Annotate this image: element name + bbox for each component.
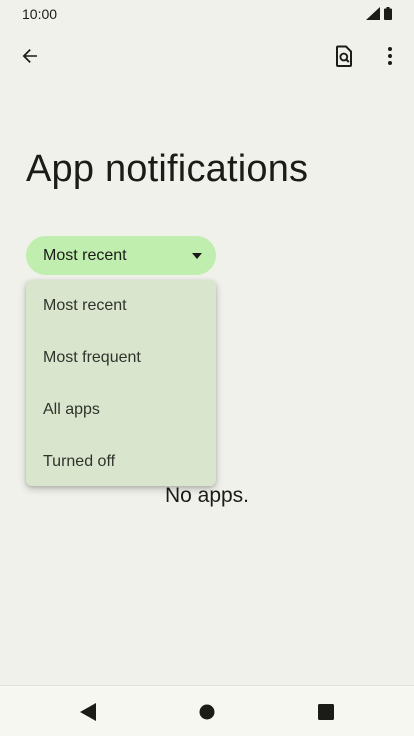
page-title: App notifications xyxy=(26,148,309,190)
filter-dropdown[interactable]: Most recent xyxy=(26,236,216,275)
filter-menu: Most recent Most frequent All apps Turne… xyxy=(26,280,216,486)
nav-home-icon xyxy=(199,704,215,720)
back-button[interactable] xyxy=(10,36,50,76)
caret-down-icon xyxy=(192,253,202,259)
status-bar: 10:00 xyxy=(0,0,414,28)
menu-item-most-recent[interactable]: Most recent xyxy=(26,280,216,332)
search-document-icon xyxy=(336,45,352,67)
menu-item-turned-off[interactable]: Turned off xyxy=(26,436,216,488)
nav-recents-icon xyxy=(318,704,334,720)
more-vert-icon xyxy=(388,47,392,65)
menu-item-most-frequent[interactable]: Most frequent xyxy=(26,332,216,384)
nav-recents-button[interactable] xyxy=(312,698,340,726)
screen: 10:00 App notifications Most recent No a… xyxy=(0,0,414,736)
nav-home-button[interactable] xyxy=(193,698,221,726)
navigation-bar xyxy=(0,685,414,736)
nav-back-icon xyxy=(80,703,96,721)
nav-back-button[interactable] xyxy=(74,698,102,726)
arrow-back-icon xyxy=(22,49,37,63)
menu-item-all-apps[interactable]: All apps xyxy=(26,384,216,436)
search-document-button[interactable] xyxy=(324,36,364,76)
status-time: 10:00 xyxy=(22,6,58,22)
signal-icon xyxy=(366,7,380,20)
app-bar xyxy=(0,34,414,78)
filter-selected-label: Most recent xyxy=(43,246,127,264)
battery-icon xyxy=(384,7,392,20)
status-icons xyxy=(366,7,392,20)
more-options-button[interactable] xyxy=(370,36,410,76)
